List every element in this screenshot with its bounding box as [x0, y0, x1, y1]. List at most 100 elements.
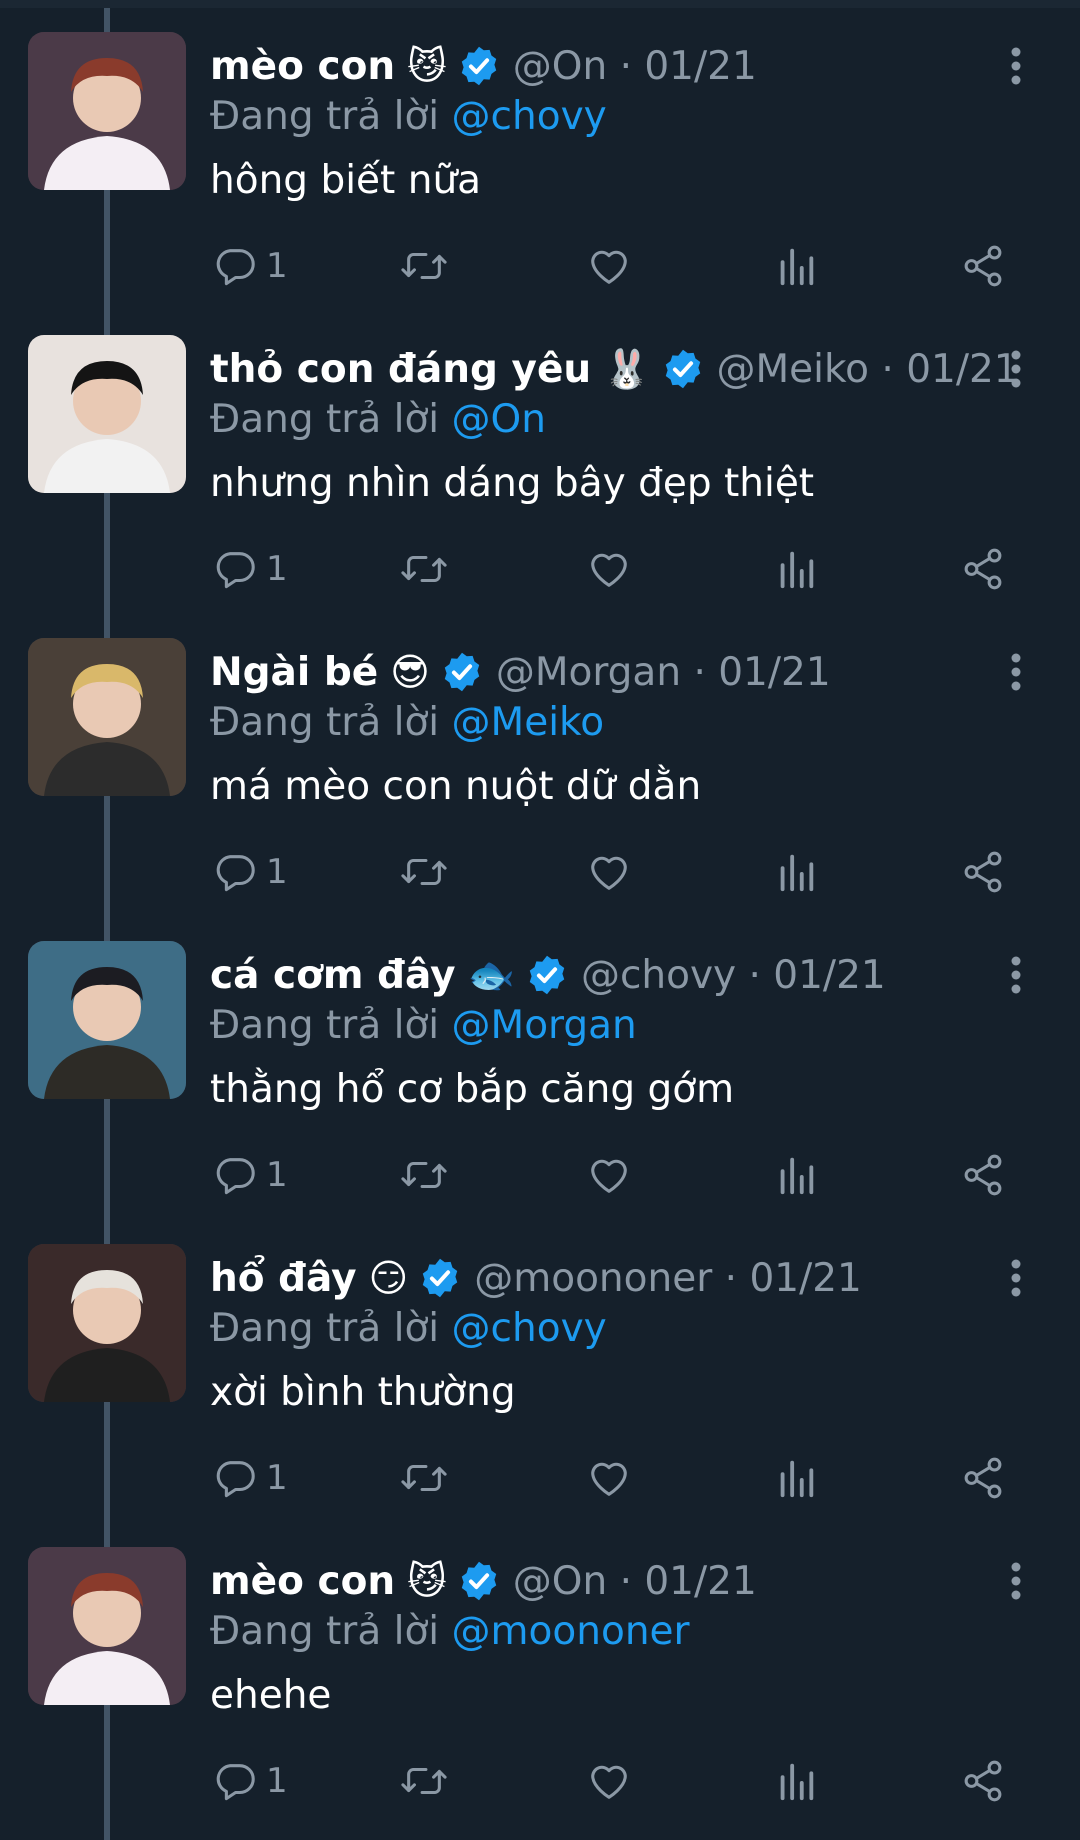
tweet-text: xời bình thường [210, 1370, 516, 1415]
display-name[interactable]: mèo con [210, 1559, 395, 1604]
replying-to: Đang trả lời @chovy [210, 1306, 607, 1351]
display-name[interactable]: cá cơm đây [210, 953, 456, 998]
views-button[interactable] [776, 1753, 816, 1809]
reply-button[interactable]: 1 [212, 1450, 288, 1506]
more-icon[interactable] [1006, 1256, 1026, 1300]
reply-button[interactable]: 1 [212, 1147, 288, 1203]
views-icon [776, 1455, 816, 1501]
like-button[interactable] [586, 238, 632, 294]
tweet[interactable]: cá cơm đây 🐟 @chovy · 01/21 Đang trả lời… [0, 917, 1080, 1220]
replying-to: Đang trả lời @Meiko [210, 700, 604, 745]
reply-button[interactable]: 1 [212, 238, 288, 294]
tweet[interactable]: mèo con 😼 @On · 01/21 Đang trả lời @chov… [0, 8, 1080, 311]
replying-prefix: Đang trả lời [210, 1003, 452, 1048]
more-icon[interactable] [1006, 347, 1026, 391]
share-button[interactable] [960, 844, 1006, 900]
replying-to-link[interactable]: @On [452, 397, 546, 442]
retweet-button[interactable] [398, 238, 450, 294]
handle-and-date[interactable]: @Morgan · 01/21 [496, 650, 831, 695]
retweet-icon [398, 1152, 450, 1198]
verified-icon [661, 347, 705, 391]
like-button[interactable] [586, 844, 632, 900]
replying-to: Đang trả lời @moononer [210, 1609, 690, 1654]
reply-icon [212, 243, 258, 289]
share-button[interactable] [960, 1753, 1006, 1809]
share-button[interactable] [960, 541, 1006, 597]
avatar[interactable] [28, 32, 186, 190]
more-icon[interactable] [1006, 650, 1026, 694]
tweet-text: hông biết nữa [210, 158, 482, 203]
handle-and-date[interactable]: @On · 01/21 [513, 1559, 757, 1604]
replying-to-link[interactable]: @chovy [452, 1306, 607, 1351]
reply-count: 1 [266, 549, 288, 589]
more-icon[interactable] [1006, 953, 1026, 997]
like-icon [586, 1455, 632, 1501]
retweet-button[interactable] [398, 1753, 450, 1809]
retweet-button[interactable] [398, 541, 450, 597]
tweet-actions: 1 [0, 1450, 1080, 1506]
share-button[interactable] [960, 1450, 1006, 1506]
tweet-actions: 1 [0, 844, 1080, 900]
reply-count: 1 [266, 1761, 288, 1801]
replying-to-link[interactable]: @chovy [452, 94, 607, 139]
like-button[interactable] [586, 541, 632, 597]
views-button[interactable] [776, 238, 816, 294]
display-name[interactable]: Ngài bé [210, 650, 378, 695]
views-button[interactable] [776, 1450, 816, 1506]
tweet-actions: 1 [0, 238, 1080, 294]
retweet-button[interactable] [398, 844, 450, 900]
retweet-button[interactable] [398, 1147, 450, 1203]
like-button[interactable] [586, 1753, 632, 1809]
tweet-header: cá cơm đây 🐟 @chovy · 01/21 [210, 949, 886, 1001]
handle-and-date[interactable]: @On · 01/21 [513, 44, 757, 89]
views-icon [776, 546, 816, 592]
handle-and-date[interactable]: @moononer · 01/21 [474, 1256, 862, 1301]
replying-to-link[interactable]: @Meiko [452, 700, 605, 745]
like-button[interactable] [586, 1450, 632, 1506]
reply-count: 1 [266, 1155, 288, 1195]
name-emoji: 😏 [368, 1256, 409, 1300]
verified-icon [457, 1559, 501, 1603]
display-name[interactable]: hổ đây [210, 1256, 357, 1301]
tweet-text: má mèo con nuột dữ dằn [210, 764, 702, 809]
tweet-header: hổ đây 😏 @moononer · 01/21 [210, 1252, 862, 1304]
reply-count: 1 [266, 852, 288, 892]
avatar[interactable] [28, 1244, 186, 1402]
share-button[interactable] [960, 1147, 1006, 1203]
tweet[interactable]: mèo con 😼 @On · 01/21 Đang trả lời @moon… [0, 1523, 1080, 1826]
tweet[interactable]: hổ đây 😏 @moononer · 01/21 Đang trả lời … [0, 1220, 1080, 1523]
retweet-button[interactable] [398, 1450, 450, 1506]
more-icon[interactable] [1006, 1559, 1026, 1603]
share-button[interactable] [960, 238, 1006, 294]
views-button[interactable] [776, 1147, 816, 1203]
tweet[interactable]: thỏ con đáng yêu 🐰 @Meiko · 01/21 Đang t… [0, 311, 1080, 614]
views-button[interactable] [776, 844, 816, 900]
like-button[interactable] [586, 1147, 632, 1203]
share-icon [960, 1152, 1006, 1198]
display-name[interactable]: thỏ con đáng yêu [210, 347, 591, 392]
reply-icon [212, 1455, 258, 1501]
name-emoji: 😎 [390, 650, 430, 694]
views-button[interactable] [776, 541, 816, 597]
avatar[interactable] [28, 335, 186, 493]
avatar[interactable] [28, 1547, 186, 1705]
tweet[interactable]: Ngài bé 😎 @Morgan · 01/21 Đang trả lời @… [0, 614, 1080, 917]
retweet-icon [398, 1758, 450, 1804]
verified-icon [418, 1256, 462, 1300]
avatar[interactable] [28, 941, 186, 1099]
reply-button[interactable]: 1 [212, 1753, 288, 1809]
reply-button[interactable]: 1 [212, 541, 288, 597]
name-emoji: 🐟 [467, 952, 515, 997]
reply-button[interactable]: 1 [212, 844, 288, 900]
display-name[interactable]: mèo con [210, 44, 395, 89]
avatar[interactable] [28, 638, 186, 796]
handle-and-date[interactable]: @chovy · 01/21 [581, 953, 886, 998]
share-icon [960, 546, 1006, 592]
handle-and-date[interactable]: @Meiko · 01/21 [717, 347, 1019, 392]
reply-icon [212, 849, 258, 895]
name-emoji: 😼 [407, 1559, 447, 1603]
more-icon[interactable] [1006, 44, 1026, 88]
tweet-header: mèo con 😼 @On · 01/21 [210, 1555, 757, 1607]
replying-to-link[interactable]: @moononer [452, 1609, 690, 1654]
replying-to-link[interactable]: @Morgan [452, 1003, 637, 1048]
